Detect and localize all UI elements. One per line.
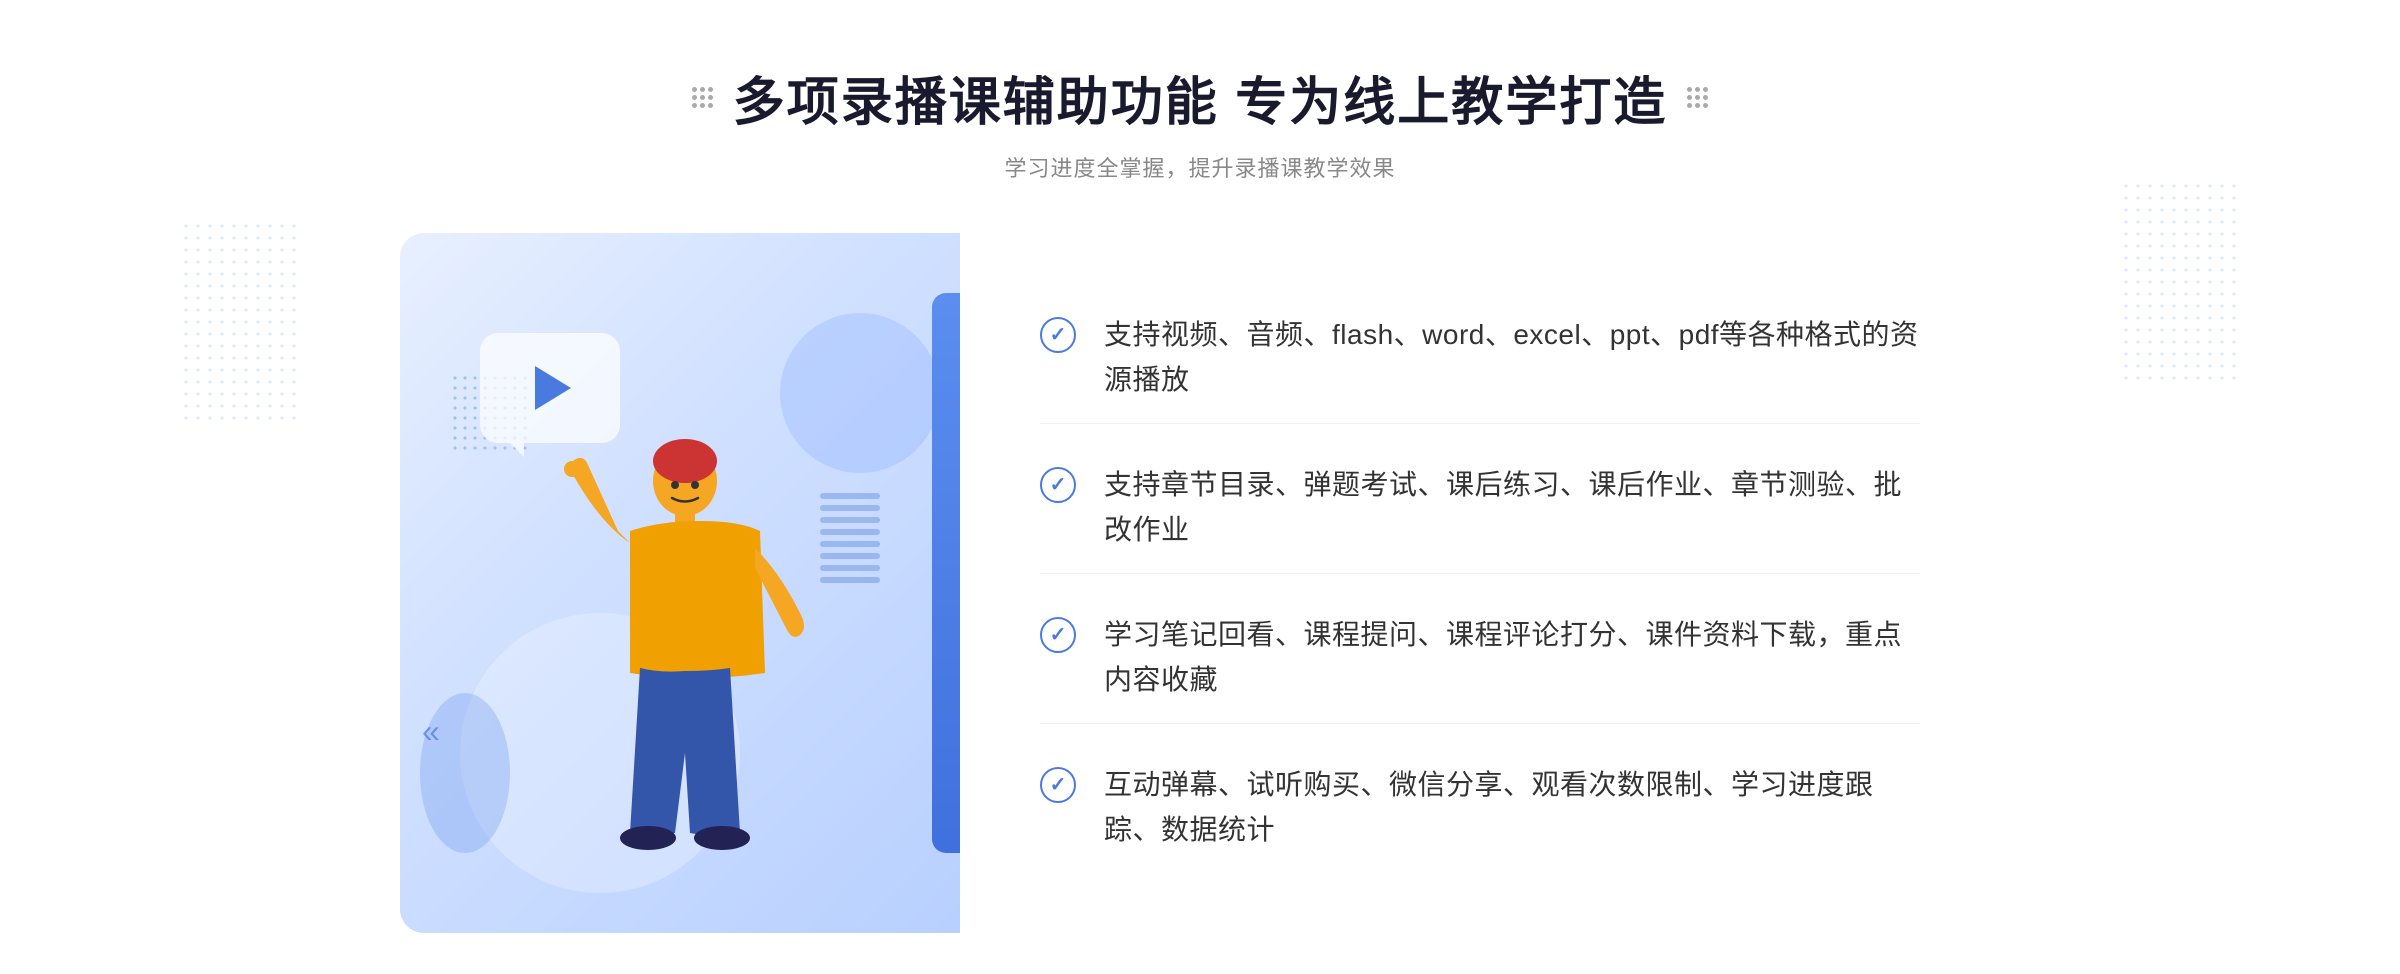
play-icon	[535, 366, 571, 410]
feature-item-3: ✓ 学习笔记回看、课程提问、课程评论打分、课件资料下载，重点内容收藏	[1040, 593, 1920, 724]
feature-text-2: 支持章节目录、弹题考试、课后练习、课后作业、章节测验、批改作业	[1104, 463, 1920, 553]
check-mark-2: ✓	[1050, 475, 1067, 495]
left-decorative-dots	[692, 87, 713, 108]
check-circle-2: ✓	[1040, 467, 1076, 503]
illustration-area: «	[400, 233, 960, 933]
main-title: 多项录播课辅助功能 专为线上教学打造	[733, 60, 1667, 135]
sub-title: 学习进度全掌握，提升录播课教学效果	[692, 151, 1708, 183]
stripes-decoration	[820, 493, 880, 593]
check-icon-1: ✓	[1040, 317, 1076, 353]
figure-illustration	[500, 413, 820, 933]
check-icon-4: ✓	[1040, 767, 1076, 803]
content-area: «	[400, 233, 2000, 933]
check-mark-4: ✓	[1050, 775, 1067, 795]
features-area: ✓ 支持视频、音频、flash、word、excel、ppt、pdf等各种格式的…	[960, 233, 2000, 933]
check-circle-3: ✓	[1040, 617, 1076, 653]
left-arrow-decoration: «	[422, 713, 440, 750]
check-circle-1: ✓	[1040, 317, 1076, 353]
check-mark-3: ✓	[1050, 625, 1067, 645]
right-decorative-dots	[1687, 87, 1708, 108]
title-row: 多项录播课辅助功能 专为线上教学打造	[692, 60, 1708, 135]
check-icon-3: ✓	[1040, 617, 1076, 653]
check-mark-1: ✓	[1050, 325, 1067, 345]
header-section: 多项录播课辅助功能 专为线上教学打造 学习进度全掌握，提升录播课教学效果	[692, 60, 1708, 183]
blue-vertical-bar	[932, 293, 960, 853]
feature-item-1: ✓ 支持视频、音频、flash、word、excel、ppt、pdf等各种格式的…	[1040, 293, 1920, 424]
feature-text-1: 支持视频、音频、flash、word、excel、ppt、pdf等各种格式的资源…	[1104, 313, 1920, 403]
feature-item-2: ✓ 支持章节目录、弹题考试、课后练习、课后作业、章节测验、批改作业	[1040, 443, 1920, 574]
page-container: 多项录播课辅助功能 专为线上教学打造 学习进度全掌握，提升录播课教学效果	[0, 0, 2400, 974]
bg-dots-right	[2120, 180, 2240, 380]
bg-dots-left	[180, 220, 300, 420]
check-circle-4: ✓	[1040, 767, 1076, 803]
feature-item-4: ✓ 互动弹幕、试听购买、微信分享、观看次数限制、学习进度跟踪、数据统计	[1040, 743, 1920, 873]
feature-text-4: 互动弹幕、试听购买、微信分享、观看次数限制、学习进度跟踪、数据统计	[1104, 763, 1920, 853]
check-icon-2: ✓	[1040, 467, 1076, 503]
feature-text-3: 学习笔记回看、课程提问、课程评论打分、课件资料下载，重点内容收藏	[1104, 613, 1920, 703]
